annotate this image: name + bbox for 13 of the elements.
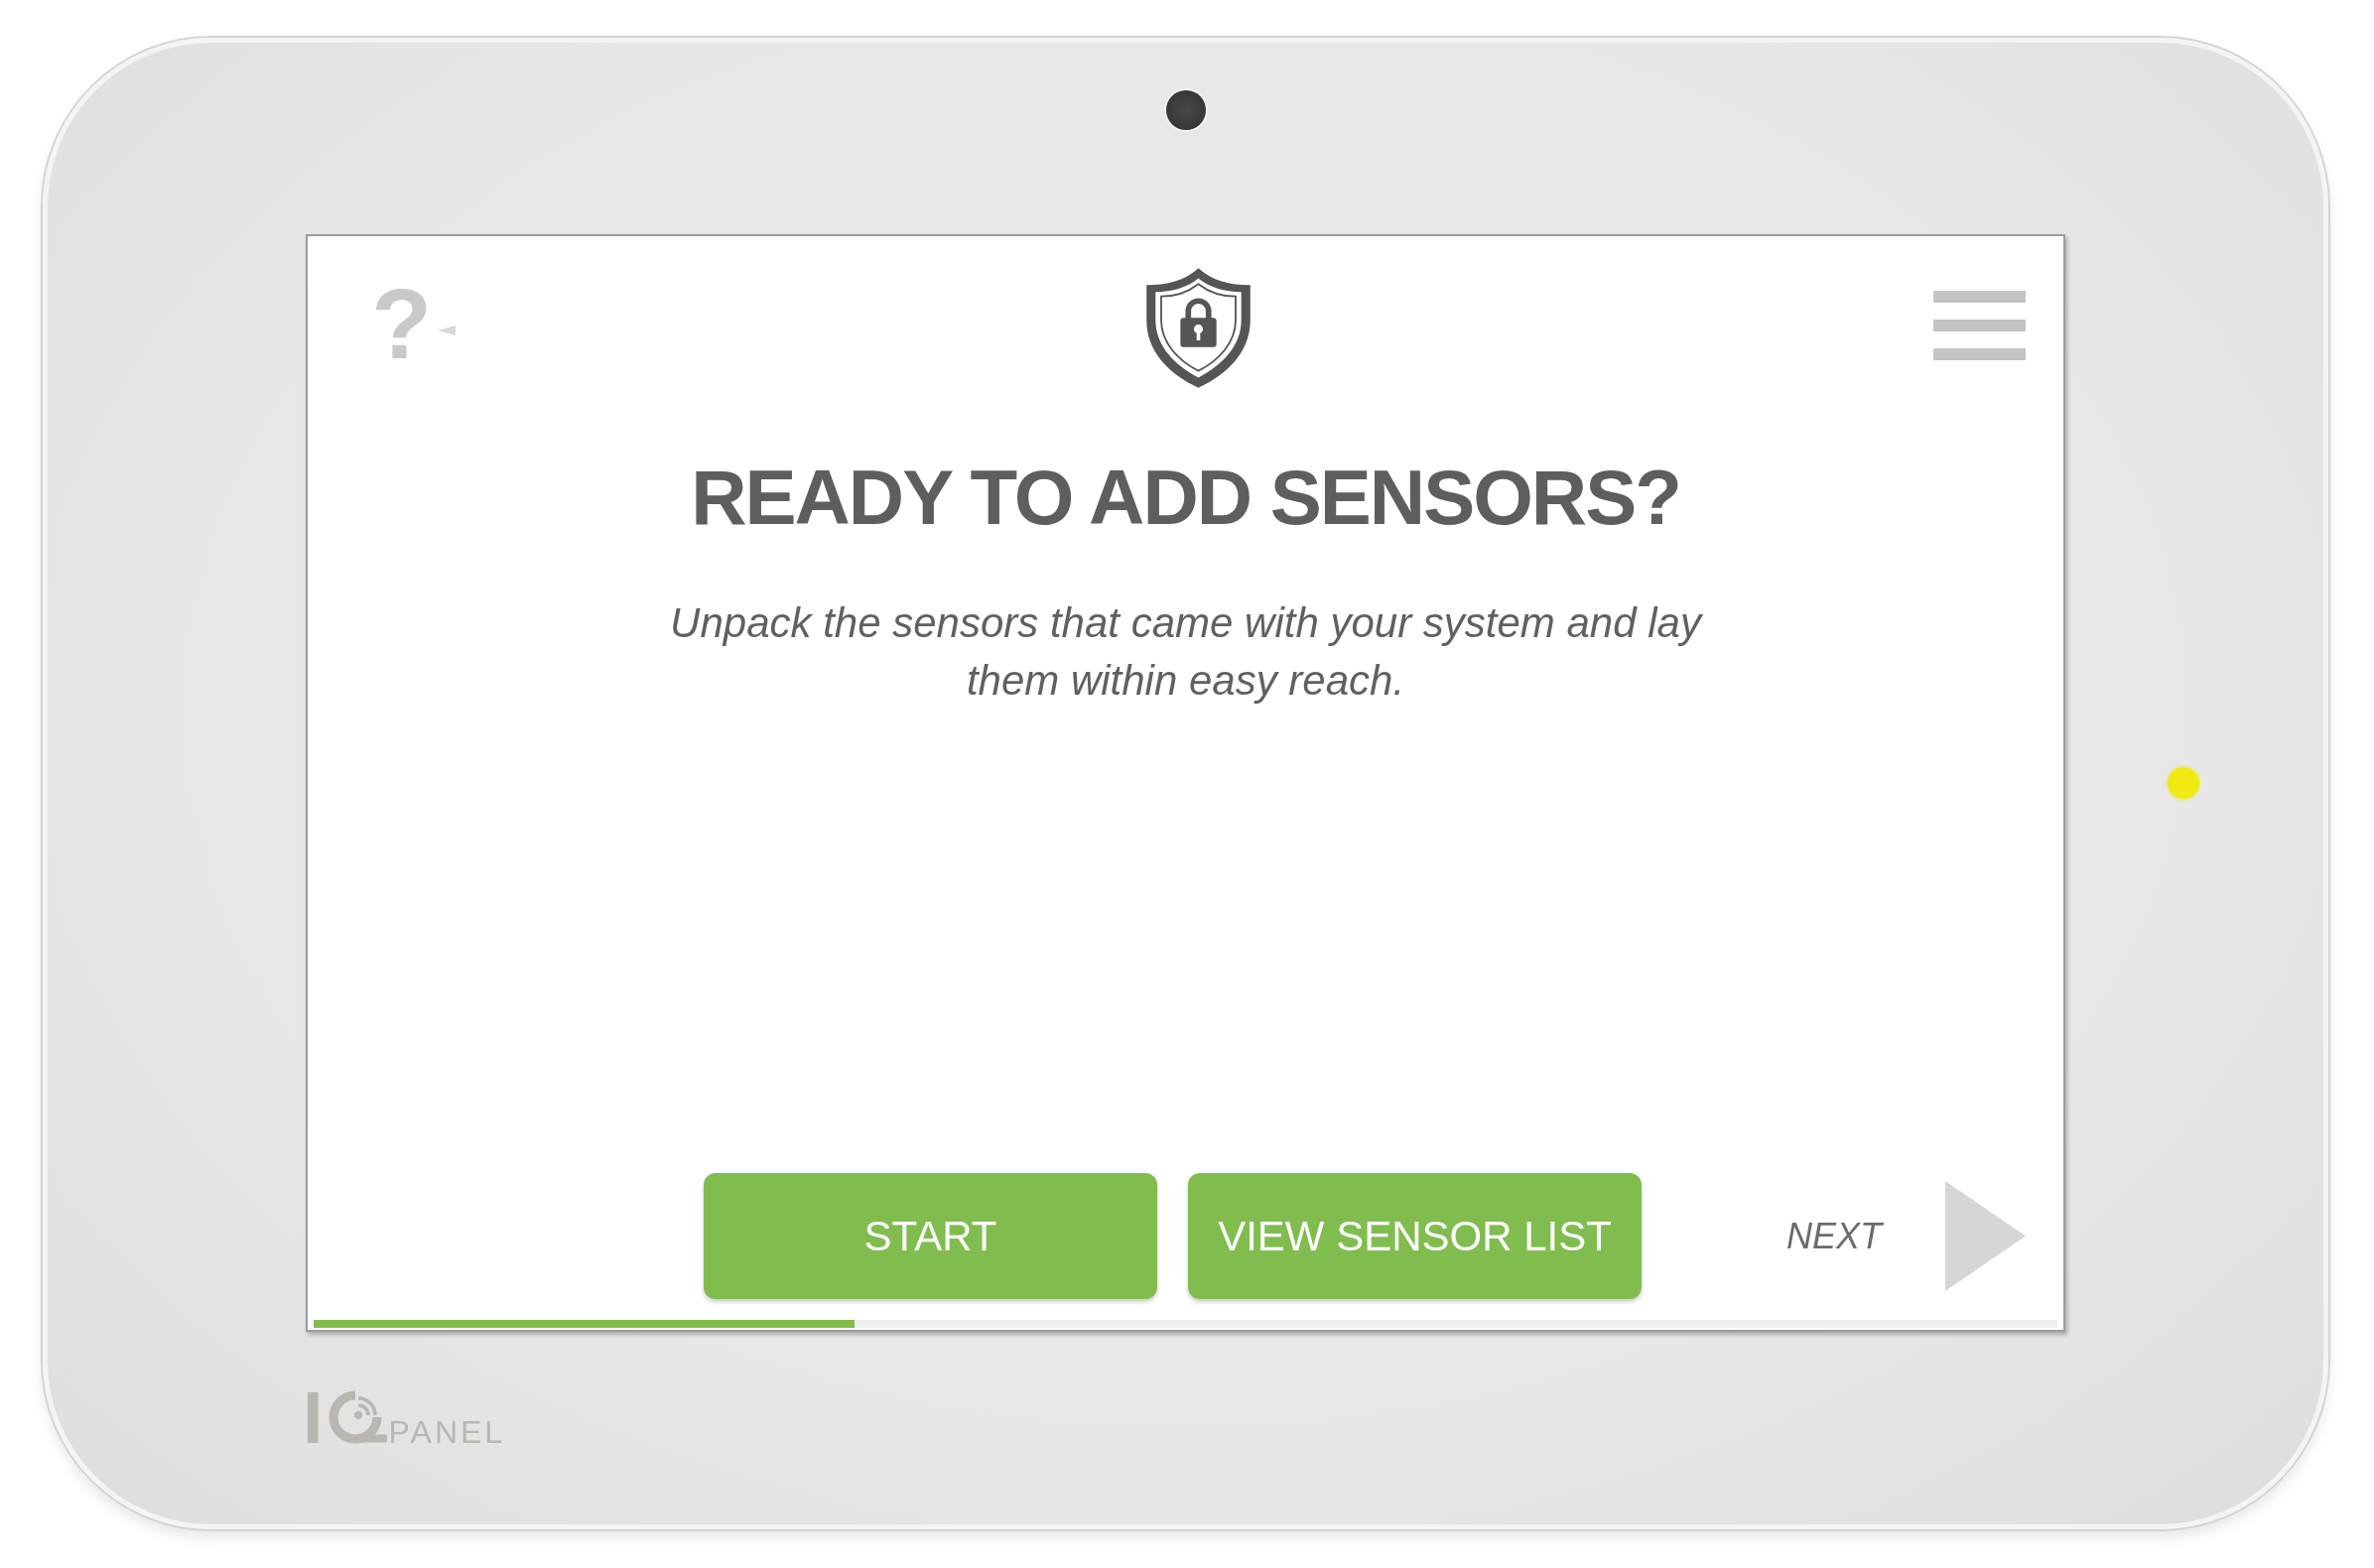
next-button[interactable]: NEXT (1786, 1181, 2026, 1291)
start-button[interactable]: START (704, 1173, 1157, 1299)
menu-icon (1933, 291, 2026, 360)
screen-title: READY TO ADD SENSORS? (690, 453, 1681, 542)
camera-lens-icon (1165, 90, 1206, 130)
help-button[interactable]: ? (371, 274, 457, 373)
play-icon (1945, 1181, 2026, 1291)
triangle-icon (438, 326, 457, 335)
view-sensor-list-button[interactable]: VIEW SENSOR LIST (1188, 1173, 1642, 1299)
instruction-text: Unpack the sensors that came with your system and lay them within easy reach. (669, 598, 1704, 706)
menu-button[interactable] (1933, 291, 2026, 360)
signal-ring-icon (327, 1389, 387, 1445)
indicator-light-icon (2168, 767, 2199, 799)
